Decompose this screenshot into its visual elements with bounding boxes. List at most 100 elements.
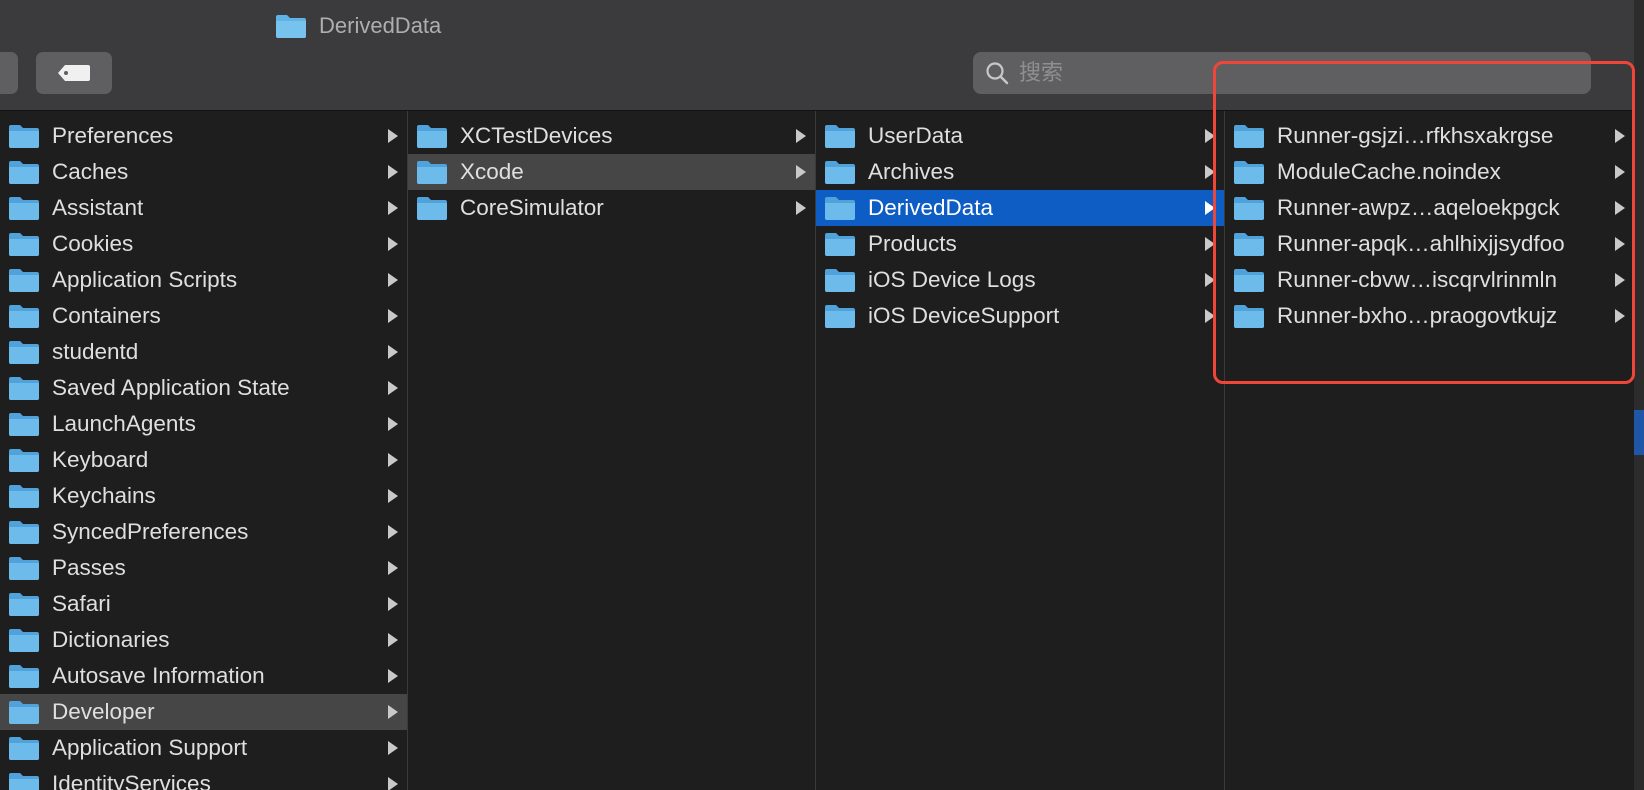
folder-label: Safari [52, 591, 111, 616]
finder-window: DerivedData Preferences Caches Assistant Co… [0, 0, 1644, 790]
folder-row[interactable]: Caches [0, 154, 407, 190]
chevron-right-icon[interactable] [387, 406, 399, 442]
folder-label: Xcode [460, 159, 524, 184]
search-input[interactable] [1017, 59, 1561, 87]
window-scrollbar[interactable] [1634, 0, 1644, 790]
folder-icon [825, 269, 855, 292]
folder-row[interactable]: Runner-awpz…aqeloekpgck [1225, 190, 1634, 226]
toolbar-button[interactable] [0, 52, 18, 94]
folder-label: CoreSimulator [460, 195, 604, 220]
folder-row[interactable]: Assistant [0, 190, 407, 226]
folder-label: Developer [52, 699, 155, 724]
chevron-right-icon[interactable] [387, 550, 399, 586]
folder-row[interactable]: Cookies [0, 226, 407, 262]
chevron-right-icon[interactable] [1614, 226, 1626, 262]
folder-row[interactable]: LaunchAgents [0, 406, 407, 442]
search-field[interactable] [973, 52, 1591, 94]
folder-row[interactable]: iOS DeviceSupport [816, 298, 1224, 334]
chevron-right-icon[interactable] [795, 118, 807, 154]
folder-row[interactable]: Developer [0, 694, 407, 730]
folder-label: Runner-awpz…aqeloekpgck [1277, 195, 1560, 220]
column-xcode: UserData Archives DerivedData Products iOS D… [816, 111, 1225, 790]
folder-label: UserData [868, 123, 964, 148]
chevron-right-icon[interactable] [1614, 298, 1626, 334]
chevron-right-icon[interactable] [387, 298, 399, 334]
folder-row[interactable]: Safari [0, 586, 407, 622]
folder-label: Application Scripts [52, 267, 238, 292]
chevron-right-icon[interactable] [1614, 154, 1626, 190]
chevron-right-icon[interactable] [795, 190, 807, 226]
folder-row[interactable]: Preferences [0, 118, 407, 154]
folder-row[interactable]: Archives [816, 154, 1224, 190]
folder-row[interactable]: IdentityServices [0, 766, 407, 790]
folder-icon [9, 773, 39, 790]
folder-row[interactable]: Containers [0, 298, 407, 334]
folder-row[interactable]: CoreSimulator [408, 190, 815, 226]
folder-row[interactable]: studentd [0, 334, 407, 370]
chevron-right-icon[interactable] [387, 154, 399, 190]
folder-icon [9, 701, 39, 724]
folder-row[interactable]: SyncedPreferences [0, 514, 407, 550]
column-library: Preferences Caches Assistant Cookies Applica… [0, 111, 408, 790]
chevron-right-icon[interactable] [1614, 190, 1626, 226]
folder-row[interactable]: iOS Device Logs [816, 262, 1224, 298]
folder-row[interactable]: Xcode [408, 154, 815, 190]
chevron-right-icon[interactable] [387, 514, 399, 550]
folder-icon [9, 413, 39, 436]
chevron-right-icon[interactable] [1614, 118, 1626, 154]
scrollbar-thumb[interactable] [1634, 410, 1644, 455]
folder-row[interactable]: Keychains [0, 478, 407, 514]
folder-row[interactable]: Runner-gsjzi…rfkhsxakrgse [1225, 118, 1634, 154]
folder-row[interactable]: Passes [0, 550, 407, 586]
folder-label: Archives [868, 159, 955, 184]
chevron-right-icon[interactable] [1204, 262, 1216, 298]
chevron-right-icon[interactable] [387, 658, 399, 694]
folder-label: IdentityServices [52, 771, 211, 790]
chevron-right-icon[interactable] [387, 190, 399, 226]
folder-label: Runner-gsjzi…rfkhsxakrgse [1277, 123, 1554, 148]
folder-row[interactable]: DerivedData [816, 190, 1224, 226]
folder-row[interactable]: Autosave Information [0, 658, 407, 694]
chevron-right-icon[interactable] [387, 118, 399, 154]
chevron-right-icon[interactable] [1204, 226, 1216, 262]
chevron-right-icon[interactable] [1614, 262, 1626, 298]
folder-row[interactable]: Products [816, 226, 1224, 262]
folder-icon [1234, 161, 1264, 184]
chevron-right-icon[interactable] [387, 586, 399, 622]
window-title: DerivedData [275, 8, 441, 44]
chevron-right-icon[interactable] [1204, 154, 1216, 190]
folder-row[interactable]: ModuleCache.noindex [1225, 154, 1634, 190]
folder-row[interactable]: Keyboard [0, 442, 407, 478]
folder-row[interactable]: Runner-cbvw…iscqrvlrinmln [1225, 262, 1634, 298]
chevron-right-icon[interactable] [387, 370, 399, 406]
chevron-right-icon[interactable] [387, 766, 399, 790]
folder-icon [417, 197, 447, 220]
folder-label: SyncedPreferences [52, 519, 249, 544]
chevron-right-icon[interactable] [387, 442, 399, 478]
chevron-right-icon[interactable] [387, 226, 399, 262]
folder-row[interactable]: Application Scripts [0, 262, 407, 298]
chevron-right-icon[interactable] [387, 730, 399, 766]
window-title-text: DerivedData [319, 13, 442, 38]
folder-icon [1234, 125, 1264, 148]
chevron-right-icon[interactable] [1204, 298, 1216, 334]
chevron-right-icon[interactable] [1204, 118, 1216, 154]
chevron-right-icon[interactable] [795, 154, 807, 190]
folder-label: Assistant [52, 195, 144, 220]
chevron-right-icon[interactable] [387, 622, 399, 658]
folder-row[interactable]: UserData [816, 118, 1224, 154]
chevron-right-icon[interactable] [387, 262, 399, 298]
chevron-right-icon[interactable] [1204, 190, 1216, 226]
folder-row[interactable]: XCTestDevices [408, 118, 815, 154]
chevron-right-icon[interactable] [387, 478, 399, 514]
chevron-right-icon[interactable] [387, 694, 399, 730]
folder-row[interactable]: Application Support [0, 730, 407, 766]
folder-row[interactable]: Saved Application State [0, 370, 407, 406]
folder-icon [9, 449, 39, 472]
folder-icon [9, 485, 39, 508]
folder-row[interactable]: Runner-apqk…ahlhixjjsydfoo [1225, 226, 1634, 262]
chevron-right-icon[interactable] [387, 334, 399, 370]
tag-button[interactable] [36, 52, 112, 94]
folder-row[interactable]: Runner-bxho…praogovtkujz [1225, 298, 1634, 334]
folder-row[interactable]: Dictionaries [0, 622, 407, 658]
